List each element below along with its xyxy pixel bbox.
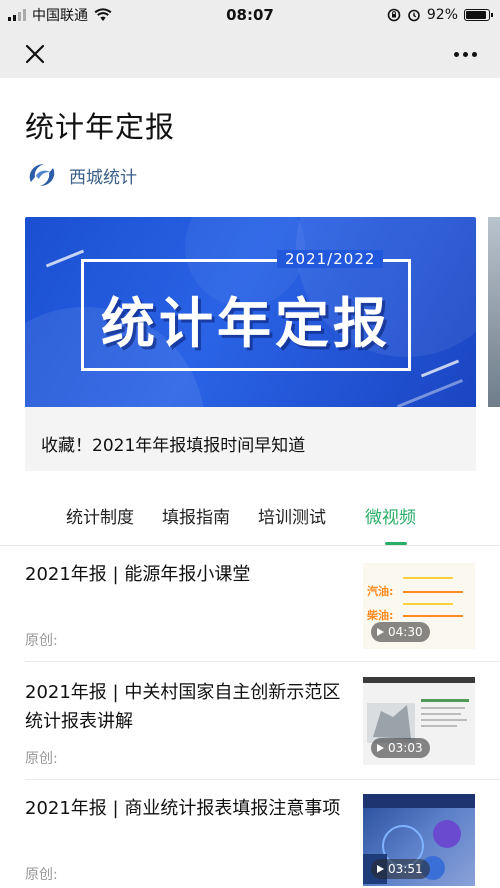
orientation-lock-icon xyxy=(387,8,401,22)
article-title: 2021年报 | 中关村国家自主创新示范区统计报表讲解 xyxy=(25,682,341,732)
video-duration: 04:30 xyxy=(371,622,430,642)
play-icon xyxy=(377,865,384,873)
status-right: 92% xyxy=(387,7,493,23)
nav-bar xyxy=(0,30,500,78)
article-meta: 原创: xyxy=(25,751,58,767)
status-bar: 中国联通 08:07 92% xyxy=(0,0,500,30)
article-item[interactable]: 2021年报 | 能源年报小课堂 原创: 汽油: 柴油: 04:30 xyxy=(0,548,500,662)
play-icon xyxy=(377,628,384,636)
article-title: 2021年报 | 能源年报小课堂 xyxy=(25,564,251,585)
battery-percent: 92% xyxy=(426,7,458,23)
tab-statistics-system[interactable]: 统计制度 xyxy=(66,503,134,528)
article-item[interactable]: 2021年报 | 中关村国家自主创新示范区统计报表讲解 原创: 03:03 xyxy=(0,662,500,780)
video-duration: 03:51 xyxy=(371,859,430,879)
video-thumbnail: 03:51 xyxy=(363,794,475,886)
alarm-icon xyxy=(408,9,420,22)
account-name: 西城统计 xyxy=(69,167,137,188)
more-button[interactable] xyxy=(450,39,480,69)
tab-training-test[interactable]: 培训测试 xyxy=(258,503,326,528)
thumb-text-gasoline: 汽油: xyxy=(367,585,394,598)
thumb-text-diesel: 柴油: xyxy=(367,609,394,622)
next-card-peek[interactable] xyxy=(488,217,500,407)
article-item[interactable]: 2021年报 | 商业统计报表填报注意事项 原创: 03:51 xyxy=(0,780,500,888)
account-link[interactable]: 西城统计 xyxy=(25,160,137,190)
tabs-divider xyxy=(0,545,500,546)
video-thumbnail: 03:03 xyxy=(363,677,475,765)
featured-article-card[interactable]: 2021/2022 统计年定报 收藏！2021年年报填报时间早知道 xyxy=(25,217,476,471)
banner-caption: 收藏！2021年年报填报时间早知道 xyxy=(41,436,306,456)
banner-year: 2021/2022 xyxy=(277,250,384,268)
more-dots-icon xyxy=(453,51,459,57)
close-icon xyxy=(25,44,45,64)
tab-filing-guide[interactable]: 填报指南 xyxy=(162,503,230,528)
xicheng-logo-icon xyxy=(29,164,55,186)
article-meta: 原创: xyxy=(25,867,58,883)
play-icon xyxy=(377,744,384,752)
article-meta: 原创: xyxy=(25,633,58,649)
close-button[interactable] xyxy=(20,39,50,69)
tab-bar: 统计制度 填报指南 培训测试 微视频 xyxy=(0,503,500,545)
banner-image: 2021/2022 统计年定报 xyxy=(25,217,476,407)
article-title: 2021年报 | 商业统计报表填报注意事项 xyxy=(25,798,341,819)
battery-icon xyxy=(464,9,493,21)
page-title: 统计年定报 xyxy=(25,110,176,144)
banner-headline: 统计年定报 xyxy=(101,292,391,355)
video-thumbnail: 汽油: 柴油: 04:30 xyxy=(363,563,475,649)
tab-micro-video[interactable]: 微视频 xyxy=(365,503,416,528)
video-duration: 03:03 xyxy=(371,738,430,758)
